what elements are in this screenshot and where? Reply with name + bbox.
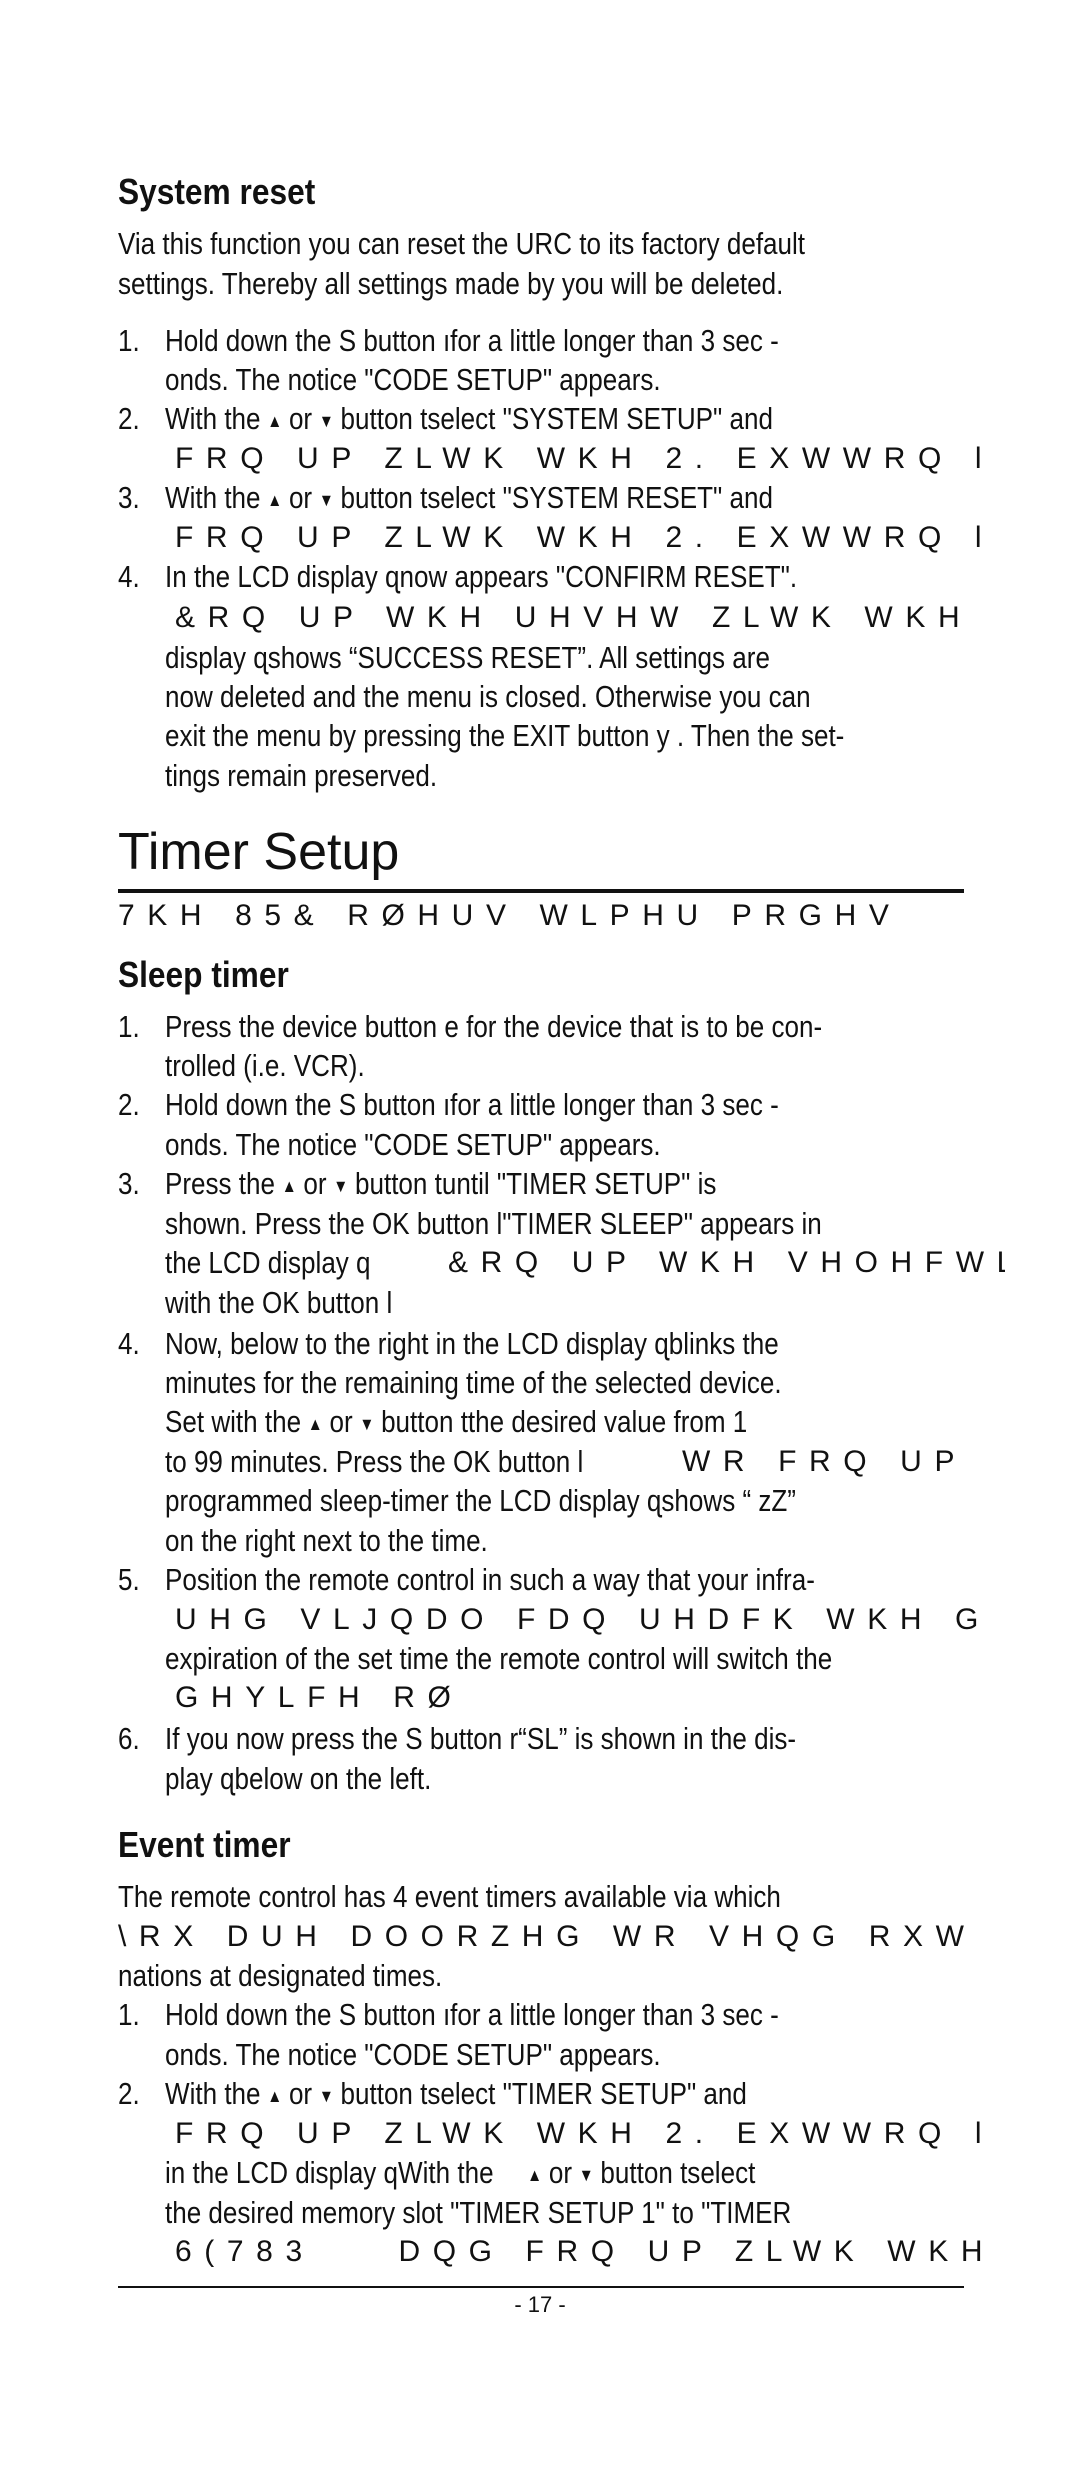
step-text-part: With the [165, 401, 261, 436]
step-text: on the right next to the time. [165, 1523, 488, 1558]
up-arrow-icon: ▲ [281, 1175, 297, 1196]
down-arrow-icon: ▼ [578, 2164, 594, 2185]
step-text-part: in the LCD display qWith the [165, 2155, 494, 2190]
down-arrow-icon: ▼ [318, 489, 334, 510]
step-text: play ɋbelow on the left. [165, 1761, 432, 1796]
step-text: trolled (i.e. VCR). [165, 1048, 365, 1083]
garbled-text: &RQ UP WKH VHOHFWL [448, 1246, 1005, 1279]
up-arrow-icon: ▲ [307, 1413, 323, 1434]
step-text: Hold down the S button ıfor a little lon… [165, 323, 779, 358]
step-text-part: With the [165, 2076, 261, 2111]
step-text-part: With the [165, 480, 261, 515]
step-text: in the LCD display qWith the ▲ or ▼ button t… [165, 2153, 755, 2193]
step-text-part: button tselect "TIMER SETUP" and [340, 2076, 747, 2111]
title-underline [118, 889, 964, 893]
step-text: Hold down the S button ıfor a little lon… [165, 1997, 779, 2032]
step-text: onds. The notice "CODE SETUP" appears. [165, 362, 661, 397]
step-text: onds. The notice "CODE SETUP" appears. [165, 1127, 661, 1162]
garbled-text: 7KH 85& RØHUV WLPHU PRGHV [118, 899, 902, 932]
step-text-part: button tthe desired value from 1 [381, 1404, 748, 1439]
heading-system-reset: System reset [118, 171, 316, 212]
step-text-part: or [548, 2155, 573, 2190]
page-number: - 17 - [514, 2292, 566, 2317]
garbled-text: WR FRQ UP [682, 1445, 968, 1478]
step-text-part: or [303, 1166, 327, 1201]
step-text: exit the menu by pressing the EXIT butto… [165, 718, 845, 753]
step-number: 3. [118, 1166, 140, 1201]
step-text-part: button tuntil "TIMER SETUP" is [354, 1166, 717, 1201]
garbled-text: GHYLFH RØ [175, 1681, 464, 1714]
step-text: Press the device button e for the device… [165, 1009, 823, 1044]
step-text-part: Press the [165, 1166, 276, 1201]
down-arrow-icon: ▼ [333, 1175, 349, 1196]
paragraph-line: settings. Thereby all settings made by y… [118, 266, 784, 301]
garbled-text: 6(783 DQG FRQ UP ZLWK WKH [175, 2235, 996, 2268]
step-number: 2. [118, 1087, 140, 1122]
step-text-part: button tselect [600, 2155, 756, 2190]
step-text: shown. Press the OK button l"TIMER SLEEP… [165, 1206, 822, 1241]
step-text: Set with the ▲ or ▼ button tthe desired valu… [165, 1402, 747, 1442]
step-text: programmed sleep-timer the LCD display ɋ… [165, 1483, 796, 1518]
garbled-text: FRQ UP ZLWK WKH 2. EXWWRQ l [175, 521, 995, 554]
heading-event-timer: Event timer [118, 1824, 291, 1865]
section-title-timer-setup: Timer Setup [118, 823, 400, 881]
step-number: 1. [118, 1009, 140, 1044]
step-text: with the OK button l [165, 1285, 393, 1320]
step-text: expiration of the set time the remote co… [165, 1641, 833, 1676]
step-text: now deleted and the menu is closed. Othe… [165, 679, 811, 714]
up-arrow-icon: ▲ [267, 489, 283, 510]
step-text-part: or [288, 401, 313, 436]
paragraph-line: Via this function you can reset the URC … [118, 226, 806, 261]
step-text: onds. The notice "CODE SETUP" appears. [165, 2037, 661, 2072]
step-text: tings remain preserved. [165, 758, 438, 793]
down-arrow-icon: ▼ [318, 410, 334, 431]
step-text: Hold down the S button ıfor a little lon… [165, 1087, 779, 1122]
step-text: In the LCD display ɋnow appears "CONFIRM… [165, 559, 798, 594]
step-number: 4. [118, 1326, 140, 1361]
step-text: With the ▲ or ▼ button tselect "SYSTEM SETUP… [165, 399, 773, 439]
step-number: 3. [118, 480, 140, 515]
step-number: 1. [118, 323, 140, 358]
garbled-text: \RX DUH DOORZHG WR VHQG RXW [118, 1920, 977, 1953]
heading-sleep-timer: Sleep timer [118, 954, 289, 995]
up-arrow-icon: ▲ [267, 410, 283, 431]
paragraph-line: The remote control has 4 event timers av… [118, 1879, 781, 1914]
garbled-text: UHG VLJQDO FDQ UHDFK WKH G [175, 1603, 991, 1636]
step-text: If you now press the S button r“SL” is s… [165, 1721, 797, 1756]
step-text: With the ▲ or ▼ button tselect "TIMER SETUP"… [165, 2074, 747, 2114]
step-number: 4. [118, 559, 140, 594]
step-text: Press the ▲ or ▼ button tuntil "TIMER SETUP"… [165, 1164, 716, 1204]
step-text: the LCD display q [165, 1245, 371, 1280]
step-text-part: or [329, 1404, 353, 1439]
step-number: 5. [118, 1562, 140, 1597]
step-text-part: button tselect "SYSTEM SETUP" and [340, 401, 773, 436]
step-number: 1. [118, 1997, 140, 2032]
step-number: 2. [118, 2076, 140, 2111]
up-arrow-icon: ▲ [267, 2085, 283, 2106]
step-number: 6. [118, 1721, 140, 1756]
step-number: 2. [118, 401, 140, 436]
step-text: Position the remote control in such a wa… [165, 1562, 815, 1597]
step-text-part: Set with the [165, 1404, 302, 1439]
step-text: Now, below to the right in the LCD displ… [165, 1326, 779, 1361]
step-text: display ɋshows “SUCCESS RESET”. All sett… [165, 640, 770, 675]
garbled-text: FRQ UP ZLWK WKH 2. EXWWRQ l [175, 442, 995, 475]
step-text-part: or [288, 2076, 313, 2111]
footer-divider [118, 2286, 964, 2288]
step-text: With the ▲ or ▼ button tselect "SYSTEM RESET… [165, 478, 773, 518]
step-text: to 99 minutes. Press the OK button l [165, 1444, 584, 1479]
down-arrow-icon: ▼ [359, 1413, 375, 1434]
down-arrow-icon: ▼ [318, 2085, 334, 2106]
step-text-part: button tselect "SYSTEM RESET" and [340, 480, 773, 515]
step-text: the desired memory slot "TIMER SETUP 1" … [165, 2195, 792, 2230]
garbled-text: FRQ UP ZLWK WKH 2. EXWWRQ l [175, 2117, 995, 2150]
step-text-part: or [288, 480, 313, 515]
paragraph-line: nations at designated times. [118, 1958, 443, 1993]
step-text: minutes for the remaining time of the se… [165, 1365, 782, 1400]
garbled-text: &RQ UP WKH UHVHW ZLWK WKH [175, 601, 973, 634]
up-arrow-icon: ▲ [527, 2164, 543, 2185]
